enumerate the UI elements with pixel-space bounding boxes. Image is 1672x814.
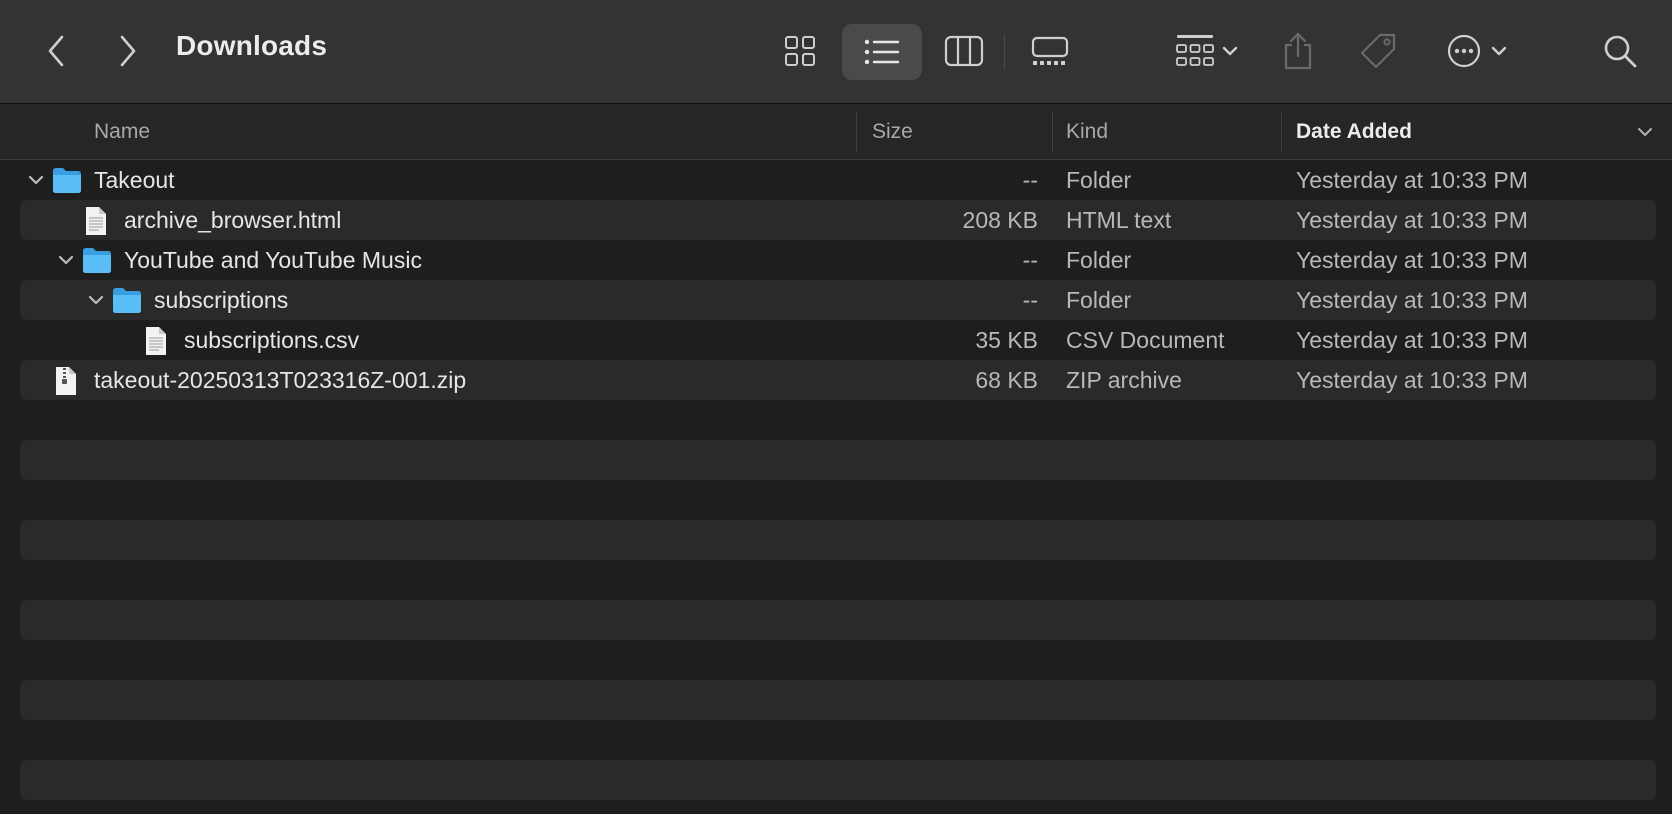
disclosure-expanded-icon[interactable]: [26, 170, 46, 190]
list-item[interactable]: archive_browser.html 208 KB HTML text Ye…: [20, 200, 1656, 240]
folder-icon: [53, 168, 81, 193]
empty-row: [20, 640, 1656, 680]
file-name: subscriptions: [154, 287, 289, 313]
file-date-added: Yesterday at 10:33 PM: [1296, 287, 1528, 313]
empty-row: [20, 480, 1656, 520]
file-kind: ZIP archive: [1066, 367, 1182, 393]
file-size: --: [1022, 167, 1038, 193]
back-button[interactable]: [40, 32, 72, 70]
empty-row: [20, 520, 1656, 560]
column-divider[interactable]: [1281, 112, 1282, 152]
file-kind: CSV Document: [1066, 327, 1225, 353]
file-size: --: [1022, 287, 1038, 313]
empty-row: [20, 720, 1656, 760]
file-kind: Folder: [1066, 247, 1132, 273]
gallery-view-icon: [1031, 36, 1069, 65]
empty-row: [20, 600, 1656, 640]
file-size: 68 KB: [975, 367, 1038, 393]
empty-row: [20, 760, 1656, 800]
share-icon: [1284, 32, 1312, 70]
list-item[interactable]: YouTube and YouTube Music -- Folder Yest…: [20, 240, 1656, 280]
column-date-added[interactable]: Date Added: [1296, 120, 1412, 144]
file-name: YouTube and YouTube Music: [124, 247, 422, 273]
column-header: Name Size Kind Date Added: [0, 104, 1672, 160]
folder-icon: [83, 248, 111, 273]
folder-icon: [113, 288, 141, 313]
list-item[interactable]: takeout-20250313T023316Z-001.zip 68 KB Z…: [20, 360, 1656, 400]
gallery-view-button[interactable]: [1018, 26, 1082, 76]
file-name: archive_browser.html: [124, 207, 342, 233]
search-icon: [1604, 35, 1637, 68]
empty-row: [20, 560, 1656, 600]
list-item[interactable]: Takeout -- Folder Yesterday at 10:33 PM: [20, 160, 1656, 200]
disclosure-expanded-icon[interactable]: [56, 250, 76, 270]
list-view-icon: [864, 39, 900, 65]
chevron-down-icon: [1222, 46, 1238, 56]
list-item[interactable]: subscriptions.csv 35 KB CSV Document Yes…: [20, 320, 1656, 360]
file-name: takeout-20250313T023316Z-001.zip: [94, 367, 467, 393]
empty-row: [20, 440, 1656, 480]
zip-icon: [56, 367, 76, 395]
tag-button[interactable]: [1356, 28, 1400, 74]
chevron-right-icon: [120, 35, 136, 67]
chevron-down-icon: [1491, 46, 1507, 56]
file-size: 208 KB: [962, 207, 1038, 233]
disclosure-expanded-icon[interactable]: [86, 290, 106, 310]
share-button[interactable]: [1280, 26, 1316, 76]
list-view-button[interactable]: [842, 24, 922, 80]
column-view-button[interactable]: [936, 26, 992, 76]
column-divider[interactable]: [1052, 112, 1053, 152]
column-size[interactable]: Size: [872, 120, 913, 144]
file-kind: Folder: [1066, 287, 1132, 313]
forward-button[interactable]: [112, 32, 144, 70]
tag-icon: [1360, 33, 1396, 69]
empty-row: [20, 400, 1656, 440]
column-kind[interactable]: Kind: [1066, 120, 1108, 144]
column-divider[interactable]: [856, 112, 857, 152]
finder-window: Downloads Name Size Kind Date Added Take…: [0, 0, 1672, 814]
ellipsis-circle-icon: [1447, 34, 1481, 68]
group-button[interactable]: [1166, 28, 1248, 74]
column-name[interactable]: Name: [94, 120, 150, 144]
list-item[interactable]: subscriptions -- Folder Yesterday at 10:…: [20, 280, 1656, 320]
file-kind: HTML text: [1066, 207, 1172, 233]
file-date-added: Yesterday at 10:33 PM: [1296, 327, 1528, 353]
icon-view-icon: [785, 36, 815, 66]
toolbar: Downloads: [0, 0, 1672, 104]
file-date-added: Yesterday at 10:33 PM: [1296, 207, 1528, 233]
file-date-added: Yesterday at 10:33 PM: [1296, 367, 1528, 393]
group-icon: [1176, 35, 1214, 66]
toolbar-divider: [1004, 34, 1005, 70]
search-button[interactable]: [1600, 30, 1640, 72]
file-name: subscriptions.csv: [184, 327, 360, 353]
column-view-icon: [944, 35, 984, 67]
more-actions-button[interactable]: [1440, 28, 1514, 74]
file-name: Takeout: [94, 167, 175, 193]
document-icon: [86, 207, 106, 235]
file-kind: Folder: [1066, 167, 1132, 193]
file-size: --: [1022, 247, 1038, 273]
sort-descending-icon[interactable]: [1636, 126, 1654, 138]
empty-row: [20, 680, 1656, 720]
file-size: 35 KB: [975, 327, 1038, 353]
chevron-left-icon: [48, 35, 64, 67]
file-date-added: Yesterday at 10:33 PM: [1296, 167, 1528, 193]
document-icon: [146, 327, 166, 355]
file-date-added: Yesterday at 10:33 PM: [1296, 247, 1528, 273]
window-title: Downloads: [176, 30, 328, 61]
icon-view-button[interactable]: [772, 26, 828, 76]
